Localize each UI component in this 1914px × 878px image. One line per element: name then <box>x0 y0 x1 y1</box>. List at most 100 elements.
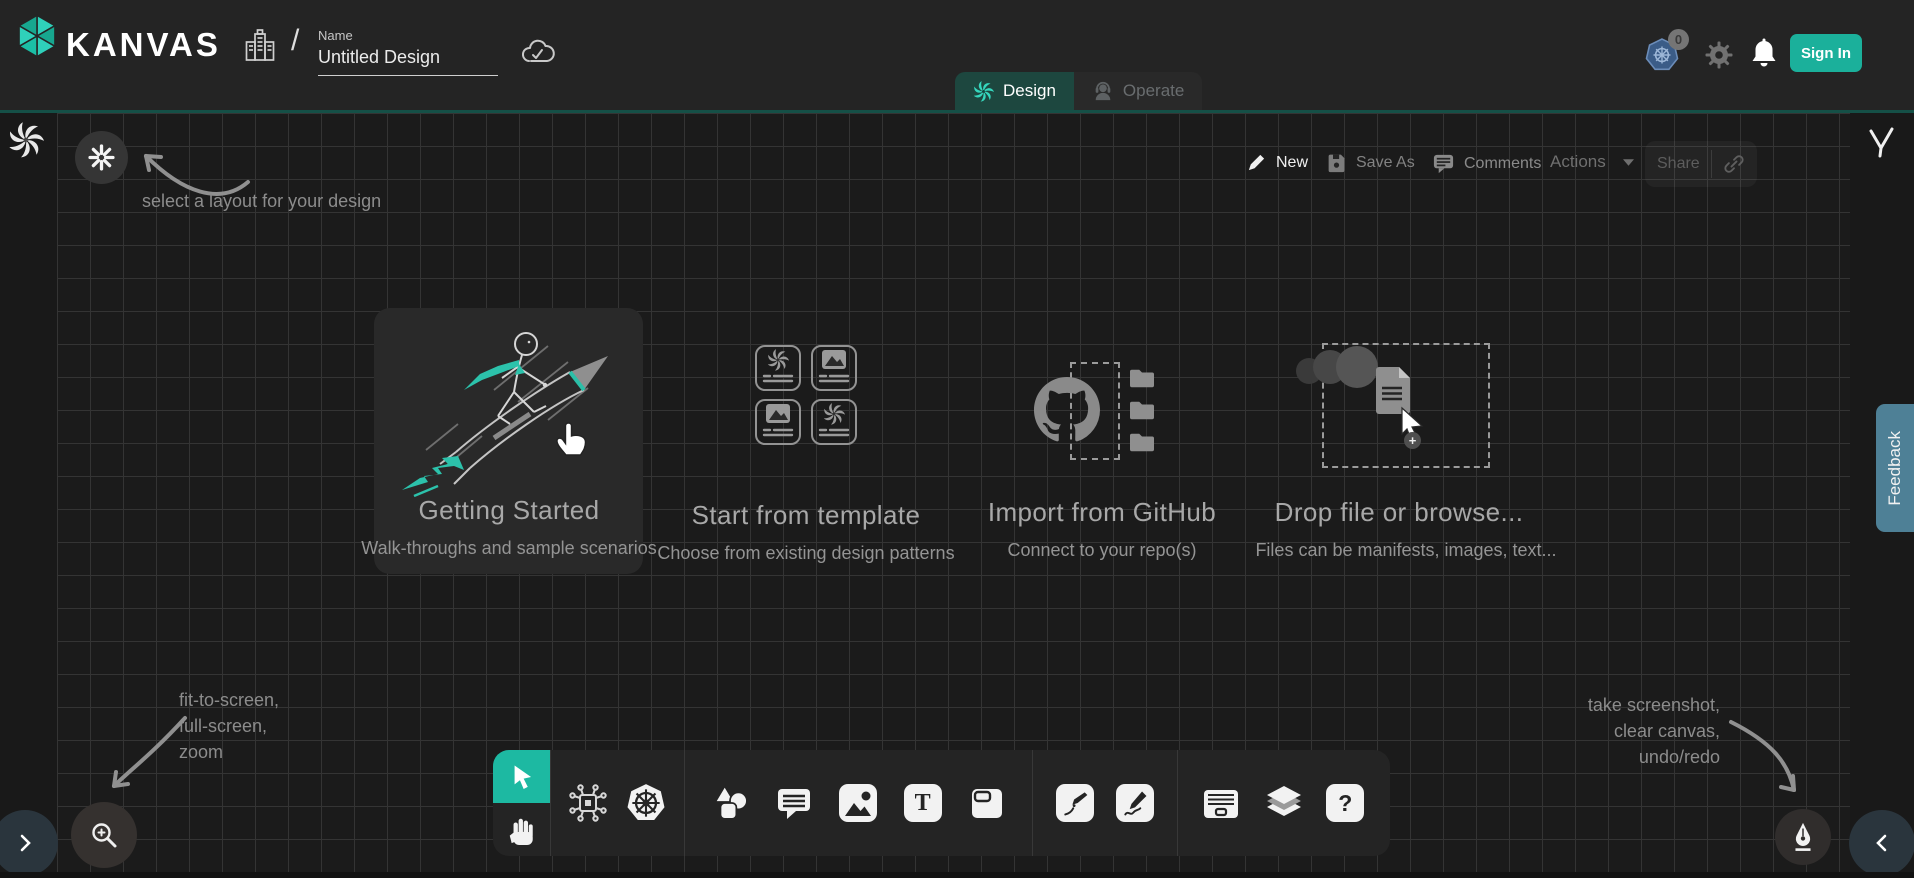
help-glyph: ? <box>1338 790 1352 817</box>
expand-right-panel-button[interactable] <box>1849 810 1914 876</box>
tab-operate[interactable]: Operate <box>1074 72 1202 110</box>
canvas-top-accent <box>0 110 1914 113</box>
note-tool[interactable] <box>968 784 1006 822</box>
cloud-sync-icon <box>520 36 556 66</box>
breadcrumb-separator: / <box>291 24 299 58</box>
hand-pan-icon <box>506 813 538 847</box>
template-tile-swirl[interactable] <box>755 345 801 391</box>
layers-tool[interactable] <box>1264 784 1304 822</box>
github-title[interactable]: Import from GitHub <box>988 497 1216 528</box>
template-subtitle: Choose from existing design patterns <box>657 543 954 564</box>
repo-folder-icon <box>1128 430 1156 454</box>
drop-title[interactable]: Drop file or browse... <box>1275 497 1524 528</box>
swirl-tile-icon <box>757 347 799 389</box>
zoom-controls-button[interactable] <box>71 802 137 868</box>
pen-tool-icon <box>1060 788 1090 818</box>
layers-stack-icon <box>1264 784 1304 822</box>
design-canvas[interactable]: New Save As Comments Actions Share <box>0 110 1914 878</box>
image-tile-icon <box>813 347 855 389</box>
share-divider <box>1711 150 1712 178</box>
save-as-button[interactable]: Save As <box>1326 152 1415 173</box>
text-tool-glyph: T <box>915 790 931 817</box>
comment-tool-icon <box>775 784 813 822</box>
pencil-tool[interactable] <box>1116 784 1154 822</box>
new-design-button[interactable]: New <box>1246 152 1308 173</box>
zoom-magnifier-icon <box>89 820 119 850</box>
kanvas-logo-icon[interactable] <box>14 13 60 59</box>
content-tools-group: T <box>685 750 1032 856</box>
organization-icon[interactable] <box>243 27 277 63</box>
settings-gear-icon[interactable] <box>1704 40 1734 70</box>
notifications-bell-icon[interactable] <box>1750 38 1778 70</box>
pen-tool[interactable] <box>1056 784 1094 822</box>
tab-design[interactable]: Design <box>955 72 1074 110</box>
merge-y-icon[interactable] <box>1862 124 1900 162</box>
pen-nib-icon <box>1789 821 1817 853</box>
pencil-new-icon <box>1246 152 1267 173</box>
share-link-icon <box>1723 153 1745 175</box>
top-header: KANVAS / Name 0 <box>0 0 1914 110</box>
left-rail <box>0 113 57 872</box>
getting-started-title[interactable]: Getting Started <box>419 495 600 526</box>
design-name-input[interactable] <box>318 47 498 76</box>
repo-folder-icon <box>1128 398 1156 422</box>
logo-wordmark: KANVAS <box>66 26 221 64</box>
note-tool-icon <box>968 784 1006 822</box>
shapes-tool[interactable] <box>711 784 749 822</box>
library-tools-group: ? <box>1178 750 1387 856</box>
canvas-actions-button[interactable] <box>1775 809 1831 865</box>
pointer-tools-column <box>493 750 550 856</box>
getting-started-subtitle: Walk-throughs and sample scenarios <box>361 538 656 559</box>
component-tool[interactable] <box>568 783 608 823</box>
select-arrow-icon <box>508 762 536 792</box>
template-tile-image-2[interactable] <box>755 399 801 445</box>
feedback-tab[interactable]: Feedback <box>1876 404 1914 532</box>
chevron-left-icon <box>1872 833 1892 853</box>
swirl-tile-icon <box>813 401 855 443</box>
template-tile-swirl-2[interactable] <box>811 399 857 445</box>
layout-hint-text: select a layout for your design <box>142 188 381 214</box>
zoom-hint-text: fit-to-screen, full-screen, zoom <box>179 687 279 765</box>
draw-tools-group <box>1033 750 1177 856</box>
component-chip-icon <box>568 783 608 823</box>
actions-dropdown[interactable]: Actions <box>1550 152 1634 172</box>
image-tile-icon <box>757 401 799 443</box>
pan-tool[interactable] <box>493 803 550 856</box>
pencil-scribble-icon <box>1120 788 1150 818</box>
credits-badge: 0 <box>1668 29 1689 50</box>
kubernetes-helm-icon <box>625 782 667 824</box>
getting-started-card[interactable] <box>374 308 643 574</box>
text-tool[interactable]: T <box>904 784 942 822</box>
kubernetes-tool[interactable] <box>625 782 667 824</box>
canvas-actions-hint-text: take screenshot, clear canvas, undo/redo <box>1500 692 1720 770</box>
image-tool-icon <box>840 785 876 821</box>
add-file-plus-badge: + <box>1404 432 1421 449</box>
share-button[interactable]: Share <box>1645 141 1757 187</box>
template-tile-image[interactable] <box>811 345 857 391</box>
rocket-rider-illustration <box>398 328 620 500</box>
github-subtitle: Connect to your repo(s) <box>1007 540 1196 561</box>
help-tool[interactable]: ? <box>1326 784 1364 822</box>
drop-subtitle: Files can be manifests, images, text... <box>1255 540 1556 561</box>
meshery-swirl-icon[interactable] <box>8 122 44 158</box>
comments-bubble-icon <box>1432 152 1455 175</box>
repo-folder-icon <box>1128 366 1156 390</box>
design-name-label: Name <box>318 28 353 43</box>
select-tool[interactable] <box>493 750 550 803</box>
template-title[interactable]: Start from template <box>692 500 921 531</box>
save-floppy-icon <box>1326 152 1347 173</box>
mode-tabs: Design Operate <box>955 72 1202 110</box>
drawer-tool[interactable] <box>1201 785 1241 821</box>
layout-picker-button[interactable] <box>75 131 128 184</box>
sign-in-button[interactable]: Sign In <box>1790 34 1862 72</box>
operator-headset-icon <box>1092 80 1114 102</box>
design-swirl-icon <box>973 81 994 102</box>
comments-button[interactable]: Comments <box>1432 152 1541 175</box>
github-octocat-icon <box>1034 377 1100 443</box>
drawer-archive-icon <box>1201 785 1241 821</box>
canvas-actions-hint-arrow <box>1726 710 1816 805</box>
kanvas-app: KANVAS / Name 0 <box>0 0 1914 878</box>
comment-tool[interactable] <box>775 784 813 822</box>
chevron-right-icon <box>15 833 35 853</box>
image-tool[interactable] <box>839 784 877 822</box>
